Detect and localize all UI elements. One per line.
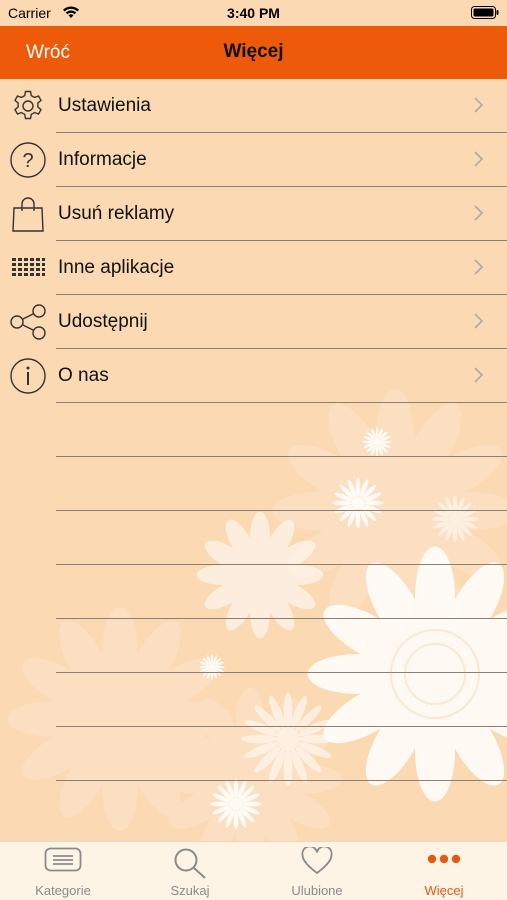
apps-grid-icon [12, 258, 45, 276]
menu-item-information[interactable]: ? Informacje [0, 133, 507, 187]
chevron-right-icon [474, 313, 483, 329]
empty-row-separator [56, 672, 507, 673]
chevron-right-icon [474, 367, 483, 383]
menu-item-label: O nas [58, 365, 109, 386]
tab-favorites[interactable]: Ulubione [254, 842, 380, 900]
share-icon [10, 304, 46, 340]
menu-item-label: Udostępnij [58, 311, 148, 332]
tab-categories[interactable]: Kategorie [0, 842, 126, 900]
empty-row-separator [56, 726, 507, 727]
status-time: 3:40 PM [227, 5, 280, 21]
info-circle-icon [10, 358, 46, 394]
tab-bar: Kategorie Szukaj Ulubione Więcej [0, 841, 507, 900]
status-bar: Carrier 3:40 PM [0, 0, 507, 26]
empty-row-separator [56, 618, 507, 619]
row-separator [56, 402, 507, 403]
more-dots-icon [427, 854, 461, 864]
battery-icon [471, 6, 499, 19]
question-circle-icon: ? [10, 142, 46, 178]
chevron-right-icon [474, 205, 483, 221]
tab-label: Szukaj [170, 883, 210, 898]
menu-item-about-us[interactable]: O nas [0, 349, 507, 403]
empty-row-separator [56, 780, 507, 781]
heart-icon [301, 847, 333, 875]
menu-item-label: Ustawienia [58, 95, 151, 116]
menu-item-share[interactable]: Udostępnij [0, 295, 507, 349]
menu-item-label: Usuń reklamy [58, 203, 175, 224]
chevron-right-icon [474, 97, 483, 113]
more-menu-list: Ustawienia ? Informacje Usuń reklamy Inn… [0, 79, 507, 781]
chevron-right-icon [474, 151, 483, 167]
menu-item-label: Informacje [58, 149, 147, 170]
empty-row-separator [56, 564, 507, 565]
page-title: Więcej [223, 41, 284, 62]
svg-text:?: ? [22, 150, 33, 172]
tab-label: Ulubione [291, 883, 343, 898]
navigation-bar: Wróć Więcej [0, 26, 507, 79]
empty-row-separator [56, 456, 507, 457]
tab-label: Kategorie [35, 883, 91, 898]
empty-row-separator [56, 510, 507, 511]
menu-item-label: Inne aplikacje [58, 257, 175, 278]
tab-label: Więcej [424, 883, 464, 898]
list-icon [44, 847, 82, 872]
menu-item-remove-ads[interactable]: Usuń reklamy [0, 187, 507, 241]
shopping-bag-icon [12, 197, 44, 232]
tab-search[interactable]: Szukaj [127, 842, 253, 900]
menu-item-settings[interactable]: Ustawienia [0, 79, 507, 133]
tab-more[interactable]: Więcej [381, 842, 507, 900]
menu-item-other-apps[interactable]: Inne aplikacje [0, 241, 507, 295]
chevron-right-icon [474, 259, 483, 275]
search-icon [174, 848, 206, 879]
gear-icon [14, 90, 42, 120]
